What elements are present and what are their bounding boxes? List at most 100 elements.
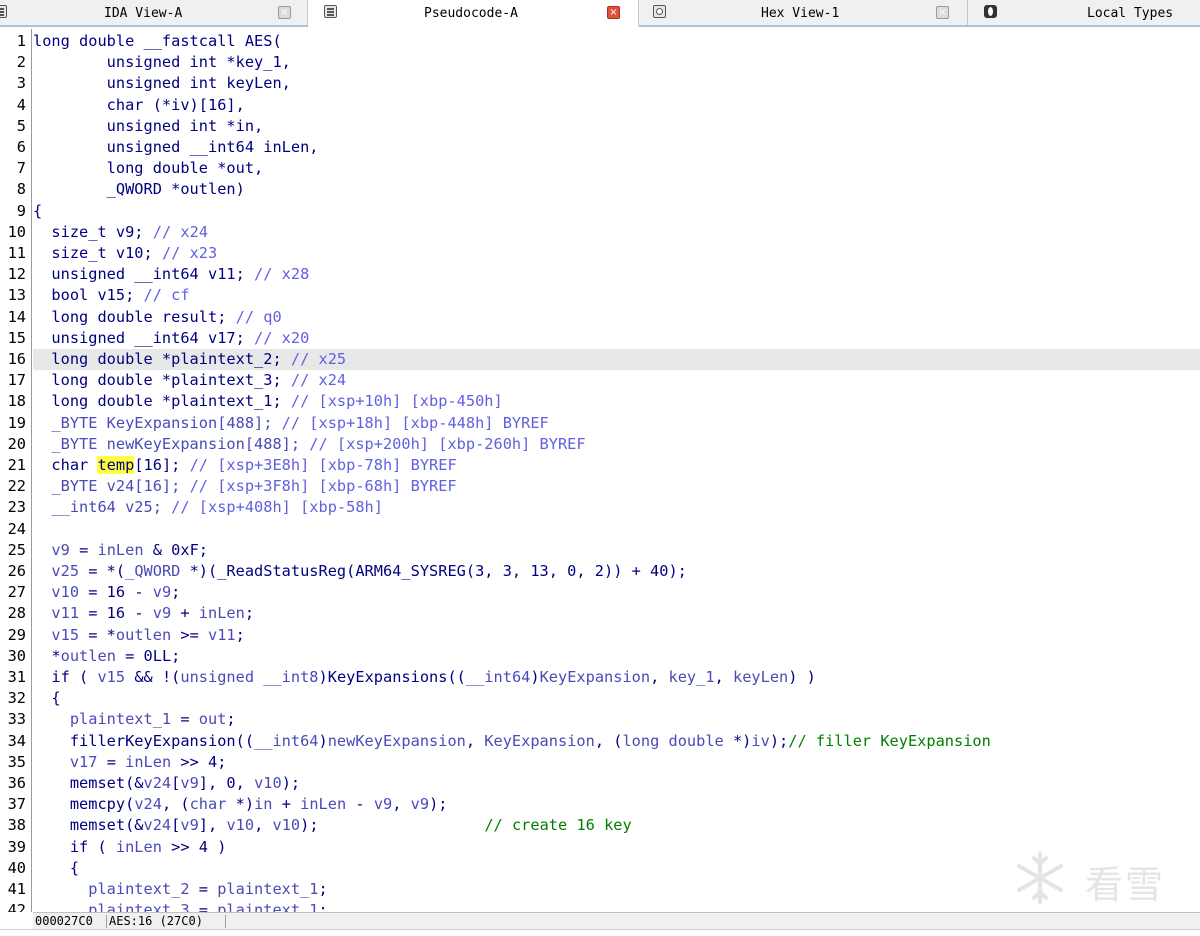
code-line[interactable]: 5 unsigned int *in,: [0, 116, 1200, 137]
code-token: ;: [318, 880, 328, 898]
code-text[interactable]: v11 = 16 - v9 + inLen;: [33, 603, 1200, 624]
code-line[interactable]: 28 v11 = 16 - v9 + inLen;: [0, 603, 1200, 624]
code-line[interactable]: 18 long double *plaintext_1; // [xsp+10h…: [0, 391, 1200, 412]
code-line[interactable]: 36 memset(&v24[v9], 0, v10);: [0, 773, 1200, 794]
code-token: ;: [244, 604, 255, 623]
code-text[interactable]: unsigned int *in,: [33, 116, 1200, 137]
code-line[interactable]: 26 v25 = *(_QWORD *)(_ReadStatusReg(ARM6…: [0, 561, 1200, 582]
code-text[interactable]: v9 = inLen & 0xF;: [33, 540, 1200, 561]
close-icon[interactable]: ×: [607, 6, 620, 19]
code-line[interactable]: 9{: [0, 201, 1200, 222]
code-text[interactable]: unsigned int *key_1,: [33, 52, 1200, 73]
code-text[interactable]: unsigned int keyLen,: [33, 73, 1200, 94]
code-line[interactable]: 16 long double *plaintext_2; // x25: [0, 349, 1200, 370]
code-text[interactable]: size_t v10; // x23: [33, 243, 1200, 264]
code-line[interactable]: 13 bool v15; // cf: [0, 285, 1200, 306]
code-text[interactable]: long double *plaintext_3; // x24: [33, 370, 1200, 391]
code-text[interactable]: long double result; // q0: [33, 307, 1200, 328]
code-line[interactable]: 1 long double __fastcall AES(: [0, 31, 1200, 52]
code-line[interactable]: 19 _BYTE KeyExpansion[488]; // [xsp+18h]…: [0, 413, 1200, 434]
tab-local-types[interactable]: Local Types: [968, 0, 1200, 25]
code-text[interactable]: memset(&v24[v9], v10, v10); // create 16…: [33, 815, 1200, 836]
code-line[interactable]: 23 __int64 v25; // [xsp+408h] [xbp-58h]: [0, 497, 1200, 518]
code-text[interactable]: unsigned __int64 v17; // x20: [33, 328, 1200, 349]
code-line[interactable]: 29 v15 = *outlen >= v11;: [0, 625, 1200, 646]
code-text[interactable]: _QWORD *outlen): [33, 179, 1200, 200]
close-icon[interactable]: ×: [936, 6, 949, 19]
code-line[interactable]: 12 unsigned __int64 v11; // x28: [0, 264, 1200, 285]
code-text[interactable]: plaintext_1 = out;: [33, 709, 1200, 730]
code-line[interactable]: 31 if ( v15 && !(unsigned __int8)KeyExpa…: [0, 667, 1200, 688]
code-token: , (: [594, 731, 623, 750]
tab-hex-view[interactable]: Hex View-1 ×: [639, 0, 968, 25]
code-text[interactable]: unsigned __int64 inLen,: [33, 137, 1200, 158]
code-text[interactable]: _BYTE KeyExpansion[488]; // [xsp+18h] [x…: [33, 413, 1200, 434]
code-text[interactable]: _BYTE v24[16]; // [xsp+3F8h] [xbp-68h] B…: [33, 476, 1200, 497]
code-text[interactable]: long double *plaintext_2; // x25: [33, 349, 1200, 370]
code-text[interactable]: unsigned __int64 v11; // x28: [33, 264, 1200, 285]
pseudocode-view[interactable]: 1 long double __fastcall AES(2 unsigned i…: [0, 29, 1200, 912]
code-text[interactable]: long double *plaintext_1; // [xsp+10h] […: [33, 391, 1200, 412]
code-line[interactable]: 14 long double result; // q0: [0, 307, 1200, 328]
code-token: = 16 -: [88, 604, 153, 623]
code-text[interactable]: v15 = *outlen >= v11;: [33, 625, 1200, 646]
code-text[interactable]: {: [33, 201, 1200, 222]
code-token: long double result;: [33, 307, 236, 326]
code-text[interactable]: char temp[16]; // [xsp+3E8h] [xbp-78h] B…: [33, 455, 1200, 476]
status-location: AES:16 (27C0): [109, 914, 203, 928]
code-token: inLen: [115, 837, 172, 856]
code-line[interactable]: 22 _BYTE v24[16]; // [xsp+3F8h] [xbp-68h…: [0, 476, 1200, 497]
code-text[interactable]: size_t v9; // x24: [33, 222, 1200, 243]
code-text[interactable]: v10 = 16 - v9;: [33, 582, 1200, 603]
code-token: _QWORD: [125, 562, 190, 580]
tab-ida-view[interactable]: IDA View-A ×: [0, 0, 308, 25]
code-text[interactable]: v17 = inLen >> 4;: [33, 752, 1200, 773]
code-line[interactable]: 4 char (*iv)[16],: [0, 95, 1200, 116]
code-text[interactable]: bool v15; // cf: [33, 285, 1200, 306]
code-text[interactable]: memcpy(v24, (char *)in + inLen - v9, v9)…: [33, 794, 1200, 815]
code-text[interactable]: long double *out,: [33, 158, 1200, 179]
line-number: 6: [16, 138, 26, 156]
code-token: memset(&: [33, 774, 144, 792]
code-text[interactable]: memset(&v24[v9], 0, v10);: [33, 773, 1200, 794]
code-text[interactable]: *outlen = 0LL;: [33, 646, 1200, 667]
code-line[interactable]: 32 {: [0, 688, 1200, 709]
code-line[interactable]: 15 unsigned __int64 v17; // x20: [0, 328, 1200, 349]
code-line[interactable]: 7 long double *out,: [0, 158, 1200, 179]
code-text[interactable]: fillerKeyExpansion((__int64)newKeyExpans…: [33, 731, 1200, 752]
code-text[interactable]: long double __fastcall AES(: [33, 31, 1200, 52]
code-text[interactable]: v25 = *(_QWORD *)(_ReadStatusReg(ARM64_S…: [33, 561, 1200, 582]
code-token: >> 4;: [180, 752, 227, 771]
code-text[interactable]: __int64 v25; // [xsp+408h] [xbp-58h]: [33, 497, 1200, 518]
code-text[interactable]: if ( v15 && !(unsigned __int8)KeyExpansi…: [33, 667, 1200, 688]
code-line[interactable]: 11 size_t v10; // x23: [0, 243, 1200, 264]
code-line[interactable]: 33 plaintext_1 = out;: [0, 709, 1200, 730]
code-line[interactable]: 3 unsigned int keyLen,: [0, 73, 1200, 94]
code-line[interactable]: 8 _QWORD *outlen): [0, 179, 1200, 200]
code-line[interactable]: 37 memcpy(v24, (char *)in + inLen - v9, …: [0, 794, 1200, 815]
code-line[interactable]: 24: [0, 519, 1200, 540]
code-text[interactable]: _BYTE newKeyExpansion[488]; // [xsp+200h…: [33, 434, 1200, 455]
line-number: 19: [7, 413, 26, 432]
tab-pseudocode[interactable]: Pseudocode-A ×: [308, 0, 639, 27]
code-line[interactable]: 17 long double *plaintext_3; // x24: [0, 370, 1200, 391]
code-token: *): [235, 795, 255, 814]
close-icon[interactable]: ×: [278, 6, 291, 19]
code-text[interactable]: char (*iv)[16],: [33, 95, 1200, 116]
code-line[interactable]: 20 _BYTE newKeyExpansion[488]; // [xsp+2…: [0, 434, 1200, 455]
listing-icon: [324, 5, 337, 18]
code-line[interactable]: 38 memset(&v24[v9], v10, v10); // create…: [0, 815, 1200, 836]
code-line[interactable]: 30 *outlen = 0LL;: [0, 646, 1200, 667]
code-line[interactable]: 35 v17 = inLen >> 4;: [0, 752, 1200, 773]
code-line[interactable]: 10 size_t v9; // x24: [0, 222, 1200, 243]
code-line[interactable]: 6 unsigned __int64 inLen,: [0, 137, 1200, 158]
code-token: long double *plaintext_2;: [33, 350, 291, 368]
code-token: plaintext_1: [33, 710, 181, 729]
code-line[interactable]: 25 v9 = inLen & 0xF;: [0, 540, 1200, 561]
line-number: 26: [7, 562, 26, 580]
code-line[interactable]: 27 v10 = 16 - v9;: [0, 582, 1200, 603]
code-line[interactable]: 2 unsigned int *key_1,: [0, 52, 1200, 73]
code-line[interactable]: 21 char temp[16]; // [xsp+3E8h] [xbp-78h…: [0, 455, 1200, 476]
code-line[interactable]: 34 fillerKeyExpansion((__int64)newKeyExp…: [0, 731, 1200, 752]
code-text[interactable]: {: [33, 688, 1200, 709]
